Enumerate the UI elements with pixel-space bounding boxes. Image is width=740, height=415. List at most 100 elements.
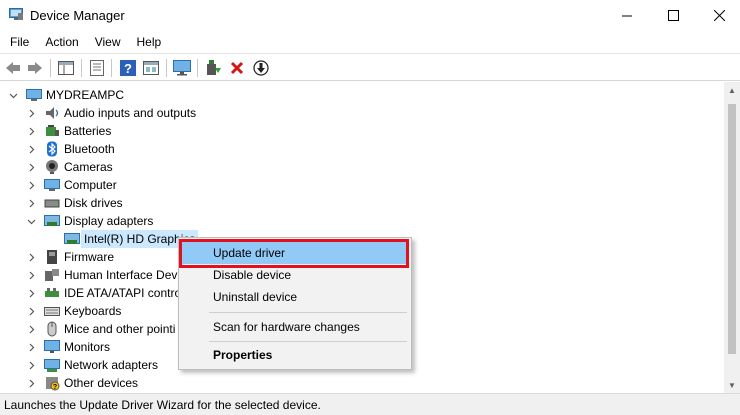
- menu-separator: [209, 312, 407, 313]
- disk-drive-icon: [44, 199, 60, 208]
- tree-item-label: Bluetooth: [64, 142, 115, 156]
- tree-item-label: Other devices: [64, 376, 139, 390]
- monitor-icon: [173, 60, 191, 76]
- minimize-icon: [621, 15, 632, 17]
- update-driver-menu-item[interactable]: Update driver: [181, 242, 409, 264]
- tree-category-row[interactable]: Computer: [0, 176, 300, 194]
- chevron-right-icon[interactable]: [26, 176, 36, 194]
- menu-view[interactable]: View: [87, 31, 129, 53]
- close-button[interactable]: [696, 0, 740, 31]
- chevron-right-icon[interactable]: [26, 104, 36, 122]
- menu-bar: File Action View Help: [0, 31, 740, 53]
- tree-item-label: Firmware: [64, 250, 114, 264]
- back-arrow-icon: [6, 62, 20, 74]
- scrollbar-thumb[interactable]: [728, 104, 736, 354]
- scroll-down-icon[interactable]: ▼: [724, 377, 740, 393]
- tree-item-label: Mice and other pointi: [64, 322, 176, 336]
- chevron-right-icon[interactable]: [26, 356, 36, 374]
- tree-category-row[interactable]: Disk drives: [0, 194, 300, 212]
- tree-category-row[interactable]: Audio inputs and outputs: [0, 104, 300, 122]
- computer-icon: [44, 179, 60, 191]
- monitor-icon: [44, 340, 60, 353]
- chevron-down-icon[interactable]: [26, 212, 36, 230]
- disable-device-menu-item[interactable]: Disable device: [181, 264, 409, 286]
- update-driver-icon: [207, 60, 221, 75]
- window-title: Device Manager: [30, 8, 125, 23]
- tree-item-label: IDE ATA/ATAPI contro: [64, 286, 182, 300]
- svg-text:?: ?: [53, 384, 57, 391]
- title-bar: Device Manager: [0, 0, 740, 31]
- hid-icon: [45, 269, 59, 281]
- vertical-scrollbar[interactable]: ▲ ▼: [724, 82, 740, 393]
- tree-item-label: Batteries: [64, 124, 112, 138]
- view-icon: [143, 61, 159, 75]
- chevron-right-icon[interactable]: [26, 122, 36, 140]
- chevron-right-icon[interactable]: [26, 140, 36, 158]
- show-hide-tree-icon: [58, 61, 74, 75]
- keyboard-icon: [44, 307, 60, 316]
- scan-hardware-menu-item[interactable]: Scan for hardware changes: [181, 316, 409, 338]
- forward-button[interactable]: [25, 58, 45, 78]
- chevron-right-icon[interactable]: [26, 338, 36, 356]
- chevron-right-icon[interactable]: [26, 320, 36, 338]
- menu-file[interactable]: File: [2, 31, 37, 53]
- maximize-button[interactable]: [650, 0, 696, 31]
- update-driver-button[interactable]: [203, 58, 223, 78]
- chevron-right-icon[interactable]: [26, 284, 36, 302]
- tree-root-label: MYDREAMPC: [46, 88, 125, 102]
- chevron-right-icon[interactable]: [26, 302, 36, 320]
- chevron-right-icon[interactable]: [26, 158, 36, 176]
- toolbar: ?: [0, 53, 740, 81]
- show-hide-tree-button[interactable]: [56, 58, 76, 78]
- other-devices-icon: ?: [46, 377, 60, 391]
- help-icon: ?: [120, 60, 136, 76]
- chevron-right-icon[interactable]: [26, 248, 36, 266]
- tree-category-row[interactable]: Bluetooth: [0, 140, 300, 158]
- properties-button[interactable]: [87, 58, 107, 78]
- network-adapter-icon: [44, 359, 60, 372]
- monitor-button[interactable]: [172, 58, 192, 78]
- maximize-icon: [667, 10, 679, 21]
- ide-controller-icon: [45, 288, 59, 297]
- scan-download-button[interactable]: [251, 58, 271, 78]
- chevron-right-icon[interactable]: [26, 266, 36, 284]
- scan-download-icon: [253, 60, 269, 76]
- status-text: Launches the Update Driver Wizard for th…: [4, 398, 321, 412]
- tree-category-row[interactable]: Display adapters: [0, 212, 300, 230]
- tree-category-row[interactable]: Batteries: [0, 122, 300, 140]
- display-adapter-icon: [44, 215, 60, 226]
- back-button[interactable]: [3, 58, 23, 78]
- firmware-icon: [47, 250, 57, 264]
- menu-help[interactable]: Help: [129, 31, 170, 53]
- scroll-up-icon[interactable]: ▲: [724, 82, 740, 98]
- battery-icon: [46, 125, 59, 136]
- computer-icon: [26, 89, 42, 101]
- tree-category-row[interactable]: Cameras: [0, 158, 300, 176]
- tree-item-label: Human Interface Dev: [64, 268, 178, 282]
- svg-text:?: ?: [124, 61, 132, 76]
- menu-action[interactable]: Action: [37, 31, 86, 53]
- chevron-right-icon[interactable]: [26, 194, 36, 212]
- properties-menu-item[interactable]: Properties: [181, 344, 409, 366]
- tree-root[interactable]: MYDREAMPC: [0, 86, 300, 104]
- forward-arrow-icon: [28, 62, 42, 74]
- tree-item-label: Monitors: [64, 340, 111, 354]
- context-menu: Update driver Disable device Uninstall d…: [178, 237, 412, 370]
- display-adapter-icon: [64, 233, 80, 244]
- minimize-button[interactable]: [604, 0, 650, 31]
- tree-item-label: Keyboards: [64, 304, 122, 318]
- close-icon: [713, 10, 725, 21]
- tree-item-label: Disk drives: [64, 196, 123, 210]
- help-button[interactable]: ?: [118, 58, 138, 78]
- view-button[interactable]: [141, 58, 161, 78]
- menu-separator: [209, 341, 407, 342]
- bluetooth-icon: [47, 141, 57, 157]
- chevron-right-icon[interactable]: [26, 374, 36, 392]
- chevron-down-icon[interactable]: [8, 86, 18, 104]
- uninstall-icon: [230, 61, 244, 75]
- tree-item-label: Audio inputs and outputs: [64, 106, 197, 120]
- uninstall-device-menu-item[interactable]: Uninstall device: [181, 286, 409, 308]
- uninstall-button[interactable]: [227, 58, 247, 78]
- status-bar: Launches the Update Driver Wizard for th…: [0, 393, 740, 415]
- tree-category-row[interactable]: ? Other devices: [0, 374, 300, 392]
